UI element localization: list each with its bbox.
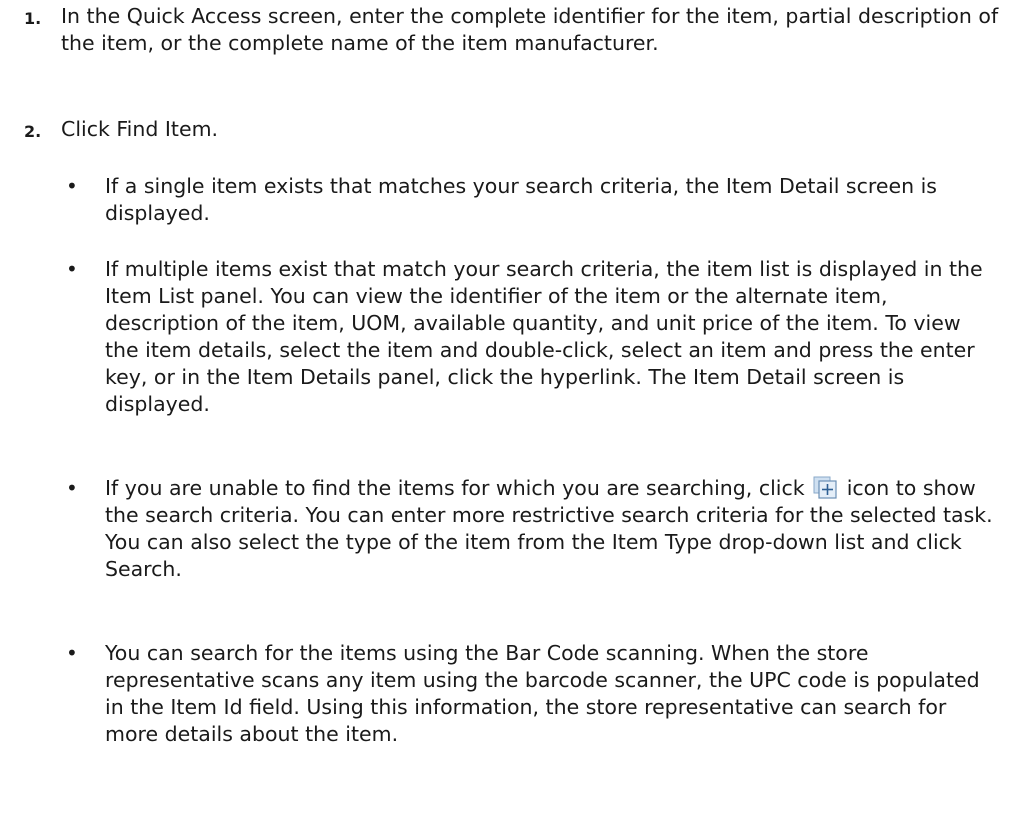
bullet-dot: •	[66, 641, 78, 665]
expand-plus-icon	[813, 476, 838, 500]
step-1-text: In the Quick Access screen, enter the co…	[61, 4, 999, 55]
bullet-text: If you are unable to find the items for …	[105, 475, 1000, 583]
step-1-number: 1.	[24, 9, 42, 28]
bullet-item-unable-to-find: • If you are unable to find the items fo…	[0, 475, 1009, 583]
bullet-text: You can search for the items using the B…	[105, 641, 980, 746]
step-2: 2. Click Find Item.	[0, 116, 1009, 143]
bullet-text: If multiple items exist that match your …	[105, 257, 983, 416]
bullet-item-barcode: • You can search for the items using the…	[0, 640, 1009, 748]
bullet-text-before-icon: If you are unable to find the items for …	[105, 476, 805, 500]
step-2-number: 2.	[24, 122, 42, 141]
bullet-dot: •	[66, 174, 78, 198]
bullet-dot: •	[66, 257, 78, 281]
bullet-text: If a single item exists that matches you…	[105, 174, 937, 225]
bullet-item-single-match: • If a single item exists that matches y…	[0, 173, 1009, 227]
step-2-text: Click Find Item.	[61, 117, 219, 141]
bullet-item-multiple-match: • If multiple items exist that match you…	[0, 256, 1009, 418]
bullet-dot: •	[66, 476, 78, 500]
step-1: 1. In the Quick Access screen, enter the…	[0, 3, 1009, 57]
